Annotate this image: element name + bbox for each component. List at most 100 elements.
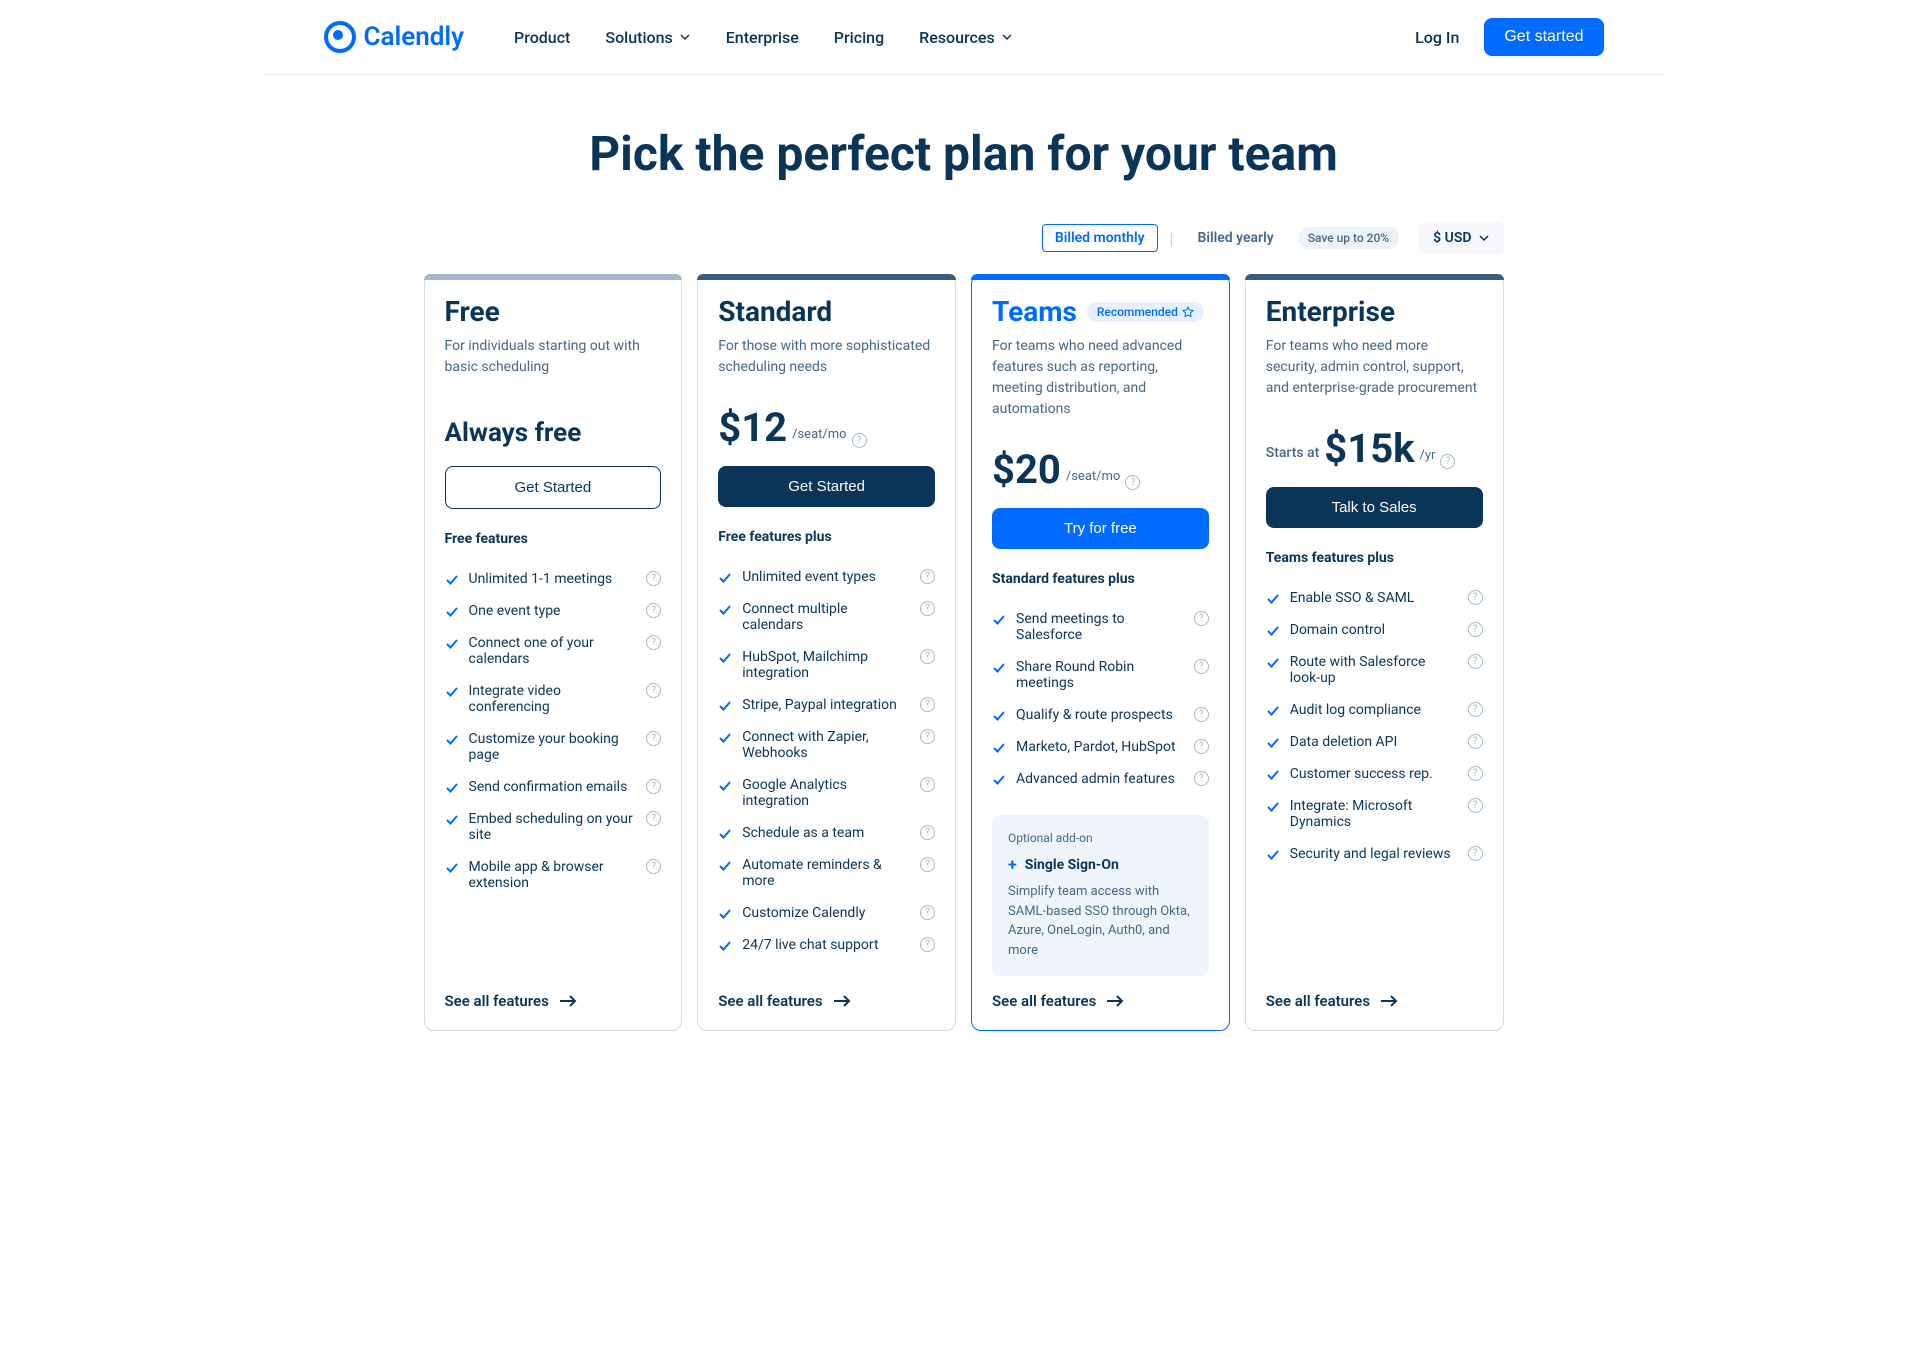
check-icon bbox=[718, 603, 732, 617]
help-icon[interactable]: ? bbox=[646, 571, 661, 586]
help-icon[interactable]: ? bbox=[1468, 622, 1483, 637]
chevron-down-icon bbox=[1478, 232, 1490, 244]
feature-item: 24/7 live chat support? bbox=[718, 929, 935, 961]
check-icon bbox=[718, 779, 732, 793]
check-icon bbox=[718, 731, 732, 745]
see-all-features-link[interactable]: See all features bbox=[992, 992, 1209, 1010]
page-title: Pick the perfect plan for your team bbox=[424, 125, 1504, 182]
feature-item: Send confirmation emails? bbox=[445, 771, 662, 803]
check-icon bbox=[1266, 768, 1280, 782]
see-all-features-link[interactable]: See all features bbox=[1266, 992, 1483, 1010]
plan-cta-button[interactable]: Get Started bbox=[445, 466, 662, 509]
help-icon[interactable]: ? bbox=[1468, 734, 1483, 749]
help-icon[interactable]: ? bbox=[646, 731, 661, 746]
help-icon[interactable]: ? bbox=[920, 937, 935, 952]
plan-cta-button[interactable]: Get Started bbox=[718, 466, 935, 507]
help-icon[interactable]: ? bbox=[1468, 654, 1483, 669]
features-title: Free features bbox=[445, 531, 662, 547]
recommended-badge: Recommended bbox=[1087, 302, 1204, 322]
help-icon[interactable]: ? bbox=[646, 811, 661, 826]
check-icon bbox=[718, 859, 732, 873]
nav-item-product[interactable]: Product bbox=[514, 28, 570, 47]
price-prefix: Starts at bbox=[1266, 445, 1320, 461]
feature-item: Enable SSO & SAML? bbox=[1266, 582, 1483, 614]
feature-item: Qualify & route prospects? bbox=[992, 699, 1209, 731]
plan-cta-button[interactable]: Try for free bbox=[992, 508, 1209, 549]
help-icon[interactable]: ? bbox=[646, 635, 661, 650]
check-icon bbox=[1266, 704, 1280, 718]
billed-yearly-toggle[interactable]: Billed yearly bbox=[1185, 225, 1285, 251]
see-all-features-link[interactable]: See all features bbox=[718, 992, 935, 1010]
login-link[interactable]: Log In bbox=[1415, 28, 1459, 47]
arrow-right-icon bbox=[1106, 994, 1124, 1008]
check-icon bbox=[992, 661, 1006, 675]
help-icon[interactable]: ? bbox=[920, 777, 935, 792]
help-icon[interactable]: ? bbox=[920, 905, 935, 920]
help-icon[interactable]: ? bbox=[852, 433, 867, 448]
feature-list: Unlimited event types?Connect multiple c… bbox=[718, 561, 935, 961]
billed-monthly-toggle[interactable]: Billed monthly bbox=[1042, 224, 1158, 252]
help-icon[interactable]: ? bbox=[1125, 475, 1140, 490]
check-icon bbox=[1266, 848, 1280, 862]
help-icon[interactable]: ? bbox=[1194, 707, 1209, 722]
plans-grid: FreeFor individuals starting out with ba… bbox=[424, 274, 1504, 1031]
addon-box: Optional add-on+Single Sign-OnSimplify t… bbox=[992, 815, 1209, 976]
nav-menu: Product Solutions Enterprise Pricing Res… bbox=[514, 28, 1013, 47]
billing-controls: Billed monthly | Billed yearly Save up t… bbox=[424, 222, 1504, 254]
check-icon bbox=[718, 907, 732, 921]
get-started-button[interactable]: Get started bbox=[1484, 18, 1603, 56]
help-icon[interactable]: ? bbox=[920, 857, 935, 872]
help-icon[interactable]: ? bbox=[1194, 611, 1209, 626]
help-icon[interactable]: ? bbox=[646, 603, 661, 618]
check-icon bbox=[718, 651, 732, 665]
logo[interactable]: Calendly bbox=[324, 21, 465, 53]
main-navigation: Calendly Product Solutions Enterprise Pr… bbox=[264, 0, 1664, 75]
help-icon[interactable]: ? bbox=[1194, 739, 1209, 754]
help-icon[interactable]: ? bbox=[1468, 590, 1483, 605]
help-icon[interactable]: ? bbox=[1440, 454, 1455, 469]
save-badge: Save up to 20% bbox=[1298, 227, 1399, 249]
feature-item: Stripe, Paypal integration? bbox=[718, 689, 935, 721]
plus-icon: + bbox=[1008, 855, 1017, 874]
divider: | bbox=[1170, 229, 1174, 248]
features-title: Teams features plus bbox=[1266, 550, 1483, 566]
help-icon[interactable]: ? bbox=[920, 601, 935, 616]
feature-item: HubSpot, Mailchimp integration? bbox=[718, 641, 935, 689]
check-icon bbox=[718, 827, 732, 841]
feature-item: Customize Calendly? bbox=[718, 897, 935, 929]
currency-selector[interactable]: $ USD bbox=[1419, 222, 1503, 254]
help-icon[interactable]: ? bbox=[1194, 771, 1209, 786]
help-icon[interactable]: ? bbox=[920, 729, 935, 744]
price-unit: /yr bbox=[1420, 448, 1436, 463]
feature-item: Connect with Zapier, Webhooks? bbox=[718, 721, 935, 769]
plan-card-enterprise: EnterpriseFor teams who need more securi… bbox=[1245, 274, 1504, 1031]
nav-item-enterprise[interactable]: Enterprise bbox=[726, 28, 799, 47]
check-icon bbox=[992, 709, 1006, 723]
check-icon bbox=[445, 781, 459, 795]
help-icon[interactable]: ? bbox=[646, 683, 661, 698]
help-icon[interactable]: ? bbox=[920, 569, 935, 584]
plan-cta-button[interactable]: Talk to Sales bbox=[1266, 487, 1483, 528]
help-icon[interactable]: ? bbox=[920, 697, 935, 712]
check-icon bbox=[445, 685, 459, 699]
feature-item: Automate reminders & more? bbox=[718, 849, 935, 897]
addon-title: Single Sign-On bbox=[1025, 857, 1119, 873]
help-icon[interactable]: ? bbox=[1468, 798, 1483, 813]
help-icon[interactable]: ? bbox=[646, 859, 661, 874]
nav-item-solutions[interactable]: Solutions bbox=[605, 28, 690, 47]
see-all-features-link[interactable]: See all features bbox=[445, 992, 662, 1010]
feature-item: Customer success rep.? bbox=[1266, 758, 1483, 790]
nav-item-pricing[interactable]: Pricing bbox=[834, 28, 884, 47]
features-title: Free features plus bbox=[718, 529, 935, 545]
feature-item: Advanced admin features? bbox=[992, 763, 1209, 795]
help-icon[interactable]: ? bbox=[1468, 846, 1483, 861]
help-icon[interactable]: ? bbox=[1468, 702, 1483, 717]
help-icon[interactable]: ? bbox=[646, 779, 661, 794]
plan-description: For teams who need advanced features suc… bbox=[992, 336, 1209, 420]
help-icon[interactable]: ? bbox=[920, 649, 935, 664]
help-icon[interactable]: ? bbox=[1468, 766, 1483, 781]
help-icon[interactable]: ? bbox=[1194, 659, 1209, 674]
nav-item-resources[interactable]: Resources bbox=[919, 28, 1013, 47]
feature-item: Share Round Robin meetings? bbox=[992, 651, 1209, 699]
help-icon[interactable]: ? bbox=[920, 825, 935, 840]
